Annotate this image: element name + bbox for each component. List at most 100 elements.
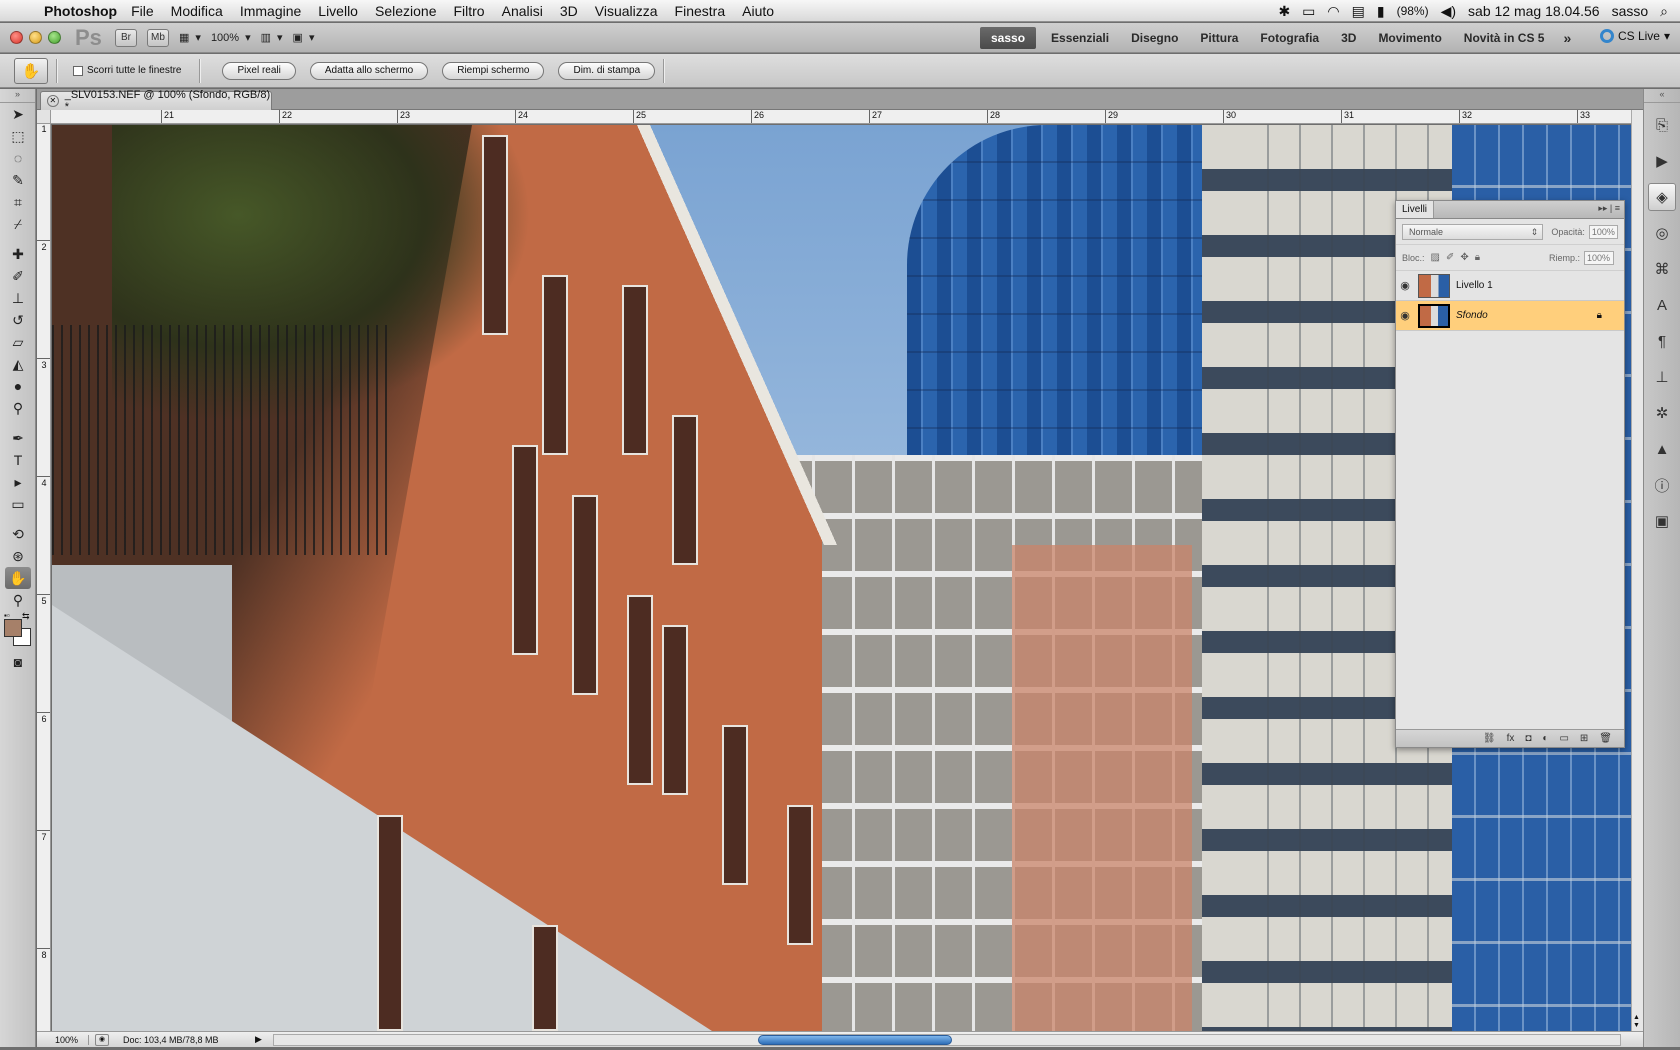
close-document-icon[interactable]: ✕ [47, 95, 59, 107]
mini-bridge-panel-icon[interactable]: ▣ [1648, 507, 1676, 535]
minimize-window-icon[interactable] [29, 31, 42, 44]
menu-modifica[interactable]: Modifica [171, 3, 223, 19]
menu-app-name[interactable]: Photoshop [44, 3, 117, 19]
link-layers-icon[interactable]: ⛓ [1483, 733, 1496, 744]
battery-icon[interactable]: ▮ [1377, 3, 1385, 20]
close-window-icon[interactable] [10, 31, 23, 44]
paint-bucket-tool-icon[interactable]: ◭ [0, 353, 36, 375]
vertical-scrollbar[interactable]: ▲ ▼ [1631, 110, 1643, 1032]
history-panel-icon[interactable]: ⎘ [1648, 111, 1676, 139]
layer-style-fx-icon[interactable]: fx [1507, 733, 1515, 744]
document-tab[interactable]: ✕ _SLV0153.NEF @ 100% (Sfondo, RGB/8) * [40, 89, 272, 113]
quick-mask-icon[interactable]: ◙ [0, 651, 36, 673]
print-size-button[interactable]: Dim. di stampa [558, 61, 656, 80]
zoom-window-icon[interactable] [48, 31, 61, 44]
collapse-dock-icon[interactable]: « [1644, 89, 1680, 103]
paths-panel-icon[interactable]: ⌘ [1648, 255, 1676, 283]
collapse-tools-icon[interactable]: » [0, 89, 35, 103]
screen-mode-dropdown[interactable]: ▣ ▾ [293, 31, 315, 44]
path-selection-tool-icon[interactable]: ▸ [0, 471, 36, 493]
rectangle-tool-icon[interactable]: ▭ [0, 493, 36, 515]
crop-tool-icon[interactable]: ⌗ [0, 191, 36, 213]
layers-panel-icon[interactable]: ◈ [1648, 183, 1676, 211]
info-panel-icon[interactable]: ⓘ [1648, 471, 1676, 499]
menu-aiuto[interactable]: Aiuto [742, 3, 774, 19]
lock-transparency-icon[interactable]: ▨ [1431, 252, 1440, 263]
bluetooth-icon[interactable]: ✱ [1278, 3, 1290, 20]
lock-all-icon[interactable]: 🔒︎ [1475, 252, 1480, 263]
menu-analisi[interactable]: Analisi [502, 3, 543, 19]
cs-live-button[interactable]: CS Live ▾ [1599, 29, 1670, 43]
view-extras-dropdown[interactable]: ▦ ▾ [179, 31, 201, 44]
eye-icon[interactable]: ◉ [1396, 309, 1414, 322]
menu-3d[interactable]: 3D [560, 3, 578, 19]
scroll-arrows-icon[interactable]: ▲ ▼ [1633, 1014, 1640, 1030]
eraser-tool-icon[interactable]: ▱ [0, 331, 36, 353]
clock[interactable]: sab 12 mag 18.04.56 [1468, 3, 1600, 19]
workspace-3d[interactable]: 3D [1330, 31, 1367, 45]
workspace-pittura[interactable]: Pittura [1189, 31, 1249, 45]
blend-mode-select[interactable]: Normale [1402, 223, 1544, 240]
workspace-disegno[interactable]: Disegno [1120, 31, 1189, 45]
3d-orbit-tool-icon[interactable]: ⊛ [0, 545, 36, 567]
histogram-panel-icon[interactable]: ▲ [1648, 435, 1676, 463]
new-group-icon[interactable]: ▭ [1559, 733, 1568, 744]
hand-tool-icon[interactable]: ✋ [5, 567, 31, 589]
3d-rotate-tool-icon[interactable]: ⟲ [0, 523, 36, 545]
history-brush-tool-icon[interactable]: ↺ [0, 309, 36, 331]
actual-pixels-button[interactable]: Pixel reali [222, 61, 296, 80]
workspace-movimento[interactable]: Movimento [1367, 31, 1452, 45]
scroll-all-windows-checkbox[interactable] [73, 65, 83, 76]
workspace-sasso[interactable]: sasso [980, 27, 1037, 49]
clone-source-panel-icon[interactable]: ⊥ [1648, 363, 1676, 391]
status-menu-arrow-icon[interactable]: ▶ [255, 1034, 267, 1045]
menu-finestra[interactable]: Finestra [675, 3, 726, 19]
adjustment-layer-icon[interactable]: ◐ [1542, 733, 1548, 744]
panel-menu-icon[interactable]: ▸▸ | ≡ [1598, 203, 1620, 214]
workspace-fotografia[interactable]: Fotografia [1249, 31, 1330, 45]
clone-stamp-tool-icon[interactable]: ⊥ [0, 287, 36, 309]
brush-tool-icon[interactable]: ✐ [0, 265, 36, 287]
input-flag-icon[interactable]: ▤ [1352, 3, 1365, 20]
layer-mask-icon[interactable]: ◘ [1525, 733, 1531, 744]
menu-file[interactable]: File [131, 3, 154, 19]
actions-panel-icon[interactable]: ▶ [1648, 147, 1676, 175]
bridge-button[interactable]: Br [115, 28, 137, 47]
zoom-tool-icon[interactable]: ⚲ [0, 589, 36, 611]
zoom-level-dropdown[interactable]: 100% ▾ [211, 31, 251, 45]
arrange-documents-dropdown[interactable]: ▥ ▾ [261, 31, 283, 44]
fit-screen-button[interactable]: Adatta allo schermo [309, 61, 429, 80]
tool-preset-picker[interactable]: ✋ [14, 57, 48, 84]
lock-position-icon[interactable]: ✥ [1460, 252, 1468, 263]
eye-icon[interactable]: ◉ [1396, 279, 1414, 292]
volume-icon[interactable]: ◀) [1441, 3, 1456, 20]
menu-filtro[interactable]: Filtro [453, 3, 484, 19]
battery-percent[interactable]: (98%) [1397, 4, 1429, 18]
healing-brush-tool-icon[interactable]: ✚ [0, 243, 36, 265]
layers-panel-tab[interactable]: Livelli [1396, 201, 1435, 218]
move-tool-icon[interactable]: ➤ [0, 103, 36, 125]
horizontal-scrollbar[interactable] [273, 1033, 1621, 1046]
channels-panel-icon[interactable]: ◎ [1648, 219, 1676, 247]
opacity-input[interactable]: 100% [1588, 224, 1618, 239]
layer-row-livello-1[interactable]: ◉ Livello 1 [1396, 271, 1624, 301]
status-zoom-field[interactable]: 100% [37, 1034, 89, 1045]
workspace-essenziali[interactable]: Essenziali [1040, 31, 1120, 45]
menu-selezione[interactable]: Selezione [375, 3, 437, 19]
fill-input[interactable]: 100% [1584, 250, 1614, 265]
scroll-all-windows-option[interactable]: Scorri tutte le finestre [73, 65, 181, 76]
ruler-origin[interactable] [37, 110, 51, 124]
foreground-color-swatch[interactable] [4, 619, 22, 637]
swap-colors-icon[interactable]: ⇆ [22, 611, 30, 622]
fill-screen-button[interactable]: Riempi schermo [442, 61, 545, 80]
display-icon[interactable]: ▭ [1302, 3, 1315, 20]
menu-livello[interactable]: Livello [318, 3, 358, 19]
navigator-panel-icon[interactable]: ✲ [1648, 399, 1676, 427]
quick-selection-tool-icon[interactable]: ✎ [0, 169, 36, 191]
delete-layer-icon[interactable]: 🗑︎ [1599, 733, 1612, 744]
user-name[interactable]: sasso [1612, 3, 1649, 19]
vertical-ruler[interactable]: 1 2 3 4 5 6 7 8 [37, 124, 51, 1032]
lasso-tool-icon[interactable]: ◌ [0, 147, 36, 169]
marquee-tool-icon[interactable]: ⬚ [0, 125, 36, 147]
new-layer-icon[interactable]: ⊞ [1580, 733, 1588, 744]
